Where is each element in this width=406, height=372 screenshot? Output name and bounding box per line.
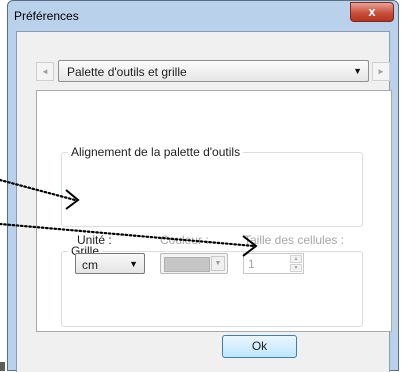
ok-button-label: Ok (251, 339, 268, 353)
window-title: Préférences (14, 9, 79, 23)
left-triangle-icon: ◄ (41, 67, 49, 76)
background-window-edge (0, 362, 5, 371)
settings-panel: Alignement de la palette d'outils Grille (36, 90, 392, 332)
alignment-group-title: Alignement de la palette d'outils (68, 145, 244, 159)
cell-size-label: Taille des cellules : (244, 233, 345, 247)
next-category-button[interactable]: ► (372, 62, 390, 81)
spin-down-icon[interactable]: ▼ (290, 264, 302, 272)
alignment-groupbox: Alignement de la palette d'outils (61, 145, 363, 227)
chevron-down-icon: ▼ (211, 256, 225, 271)
unit-dropdown-value: cm (82, 258, 98, 272)
right-triangle-icon: ► (377, 67, 385, 76)
title-bar[interactable]: Préférences x (8, 1, 398, 31)
unit-dropdown[interactable]: cm ▼ (75, 253, 145, 274)
color-label: Couleur : (160, 233, 209, 247)
color-dropdown[interactable]: ▼ (160, 253, 228, 274)
chevron-down-icon: ▼ (353, 66, 362, 76)
chevron-down-icon: ▼ (129, 259, 138, 269)
color-swatch (164, 257, 210, 272)
ok-button[interactable]: Ok (222, 335, 297, 358)
previous-category-button[interactable]: ◄ (36, 62, 54, 81)
close-icon: x (368, 4, 376, 19)
preferences-dialog: Préférences x ◄ Palette d'outils et gril… (7, 0, 399, 372)
spin-up-icon[interactable]: ▲ (290, 255, 302, 263)
cell-size-spinner[interactable]: ▲ ▼ (290, 255, 302, 272)
dialog-body: ◄ Palette d'outils et grille ▼ ► Alignem… (16, 31, 392, 372)
cell-size-value: 1 (248, 257, 255, 271)
category-dropdown-value: Palette d'outils et grille (67, 65, 187, 79)
close-button[interactable]: x (350, 2, 394, 22)
cell-size-input[interactable]: 1 ▲ ▼ (243, 253, 304, 274)
unit-label: Unité : (77, 233, 112, 247)
category-dropdown[interactable]: Palette d'outils et grille ▼ (58, 60, 369, 82)
